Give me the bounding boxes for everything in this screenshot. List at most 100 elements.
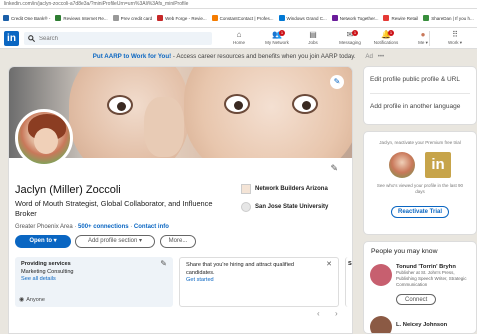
notification-badge: 1 (388, 30, 394, 36)
premium-text: See who's viewed your profile in the las… (376, 183, 464, 194)
hiring-title: Share that you're hiring and attract qua… (186, 262, 295, 276)
edit-cover-icon[interactable]: ✎ (330, 75, 344, 89)
bookmark-label: Network Together... (339, 15, 379, 21)
contact-info-link[interactable]: Contact info (134, 224, 169, 230)
org-current[interactable]: Network Builders Arizona (241, 184, 328, 194)
profile-name: Jaclyn (Miller) Zoccoli (15, 184, 121, 196)
nav-divider (429, 31, 430, 46)
ad-link[interactable]: Put AARP to Work for You! (93, 53, 171, 60)
bookmark-label: Prev credit card (120, 15, 153, 21)
org-education-label: San Jose State University (255, 204, 329, 210)
premium-heading: Jaclyn, reactivate your Premium free tri… (379, 140, 461, 145)
cover-face-right (184, 67, 352, 158)
bookmark-label: ShareDan | If you h... (431, 15, 474, 21)
add-language-profile-link[interactable]: Add profile in another language (364, 94, 476, 120)
search-icon (28, 35, 35, 42)
carousel-prev-icon[interactable]: ‹ (317, 309, 320, 318)
reactivate-trial-button[interactable]: Reactivate Trial (390, 206, 450, 218)
profile-headline: Word of Mouth Strategist, Global Collabo… (15, 199, 213, 218)
providing-detail: Marketing Consulting (21, 268, 74, 275)
bookmark-item[interactable]: Credit One Bank® - (3, 15, 50, 21)
nav-avatar[interactable]: ● Me ▾ (408, 30, 438, 48)
cover-hand (144, 97, 184, 157)
pymk-card: People you may know Tonund 'Torrin' Bryh… (363, 241, 477, 334)
nav-grid[interactable]: ⠿ Work ▾ (440, 30, 470, 48)
nav-label: Home (232, 40, 245, 45)
ad-label: Ad (365, 53, 373, 60)
notification-badge: 1 (352, 30, 358, 36)
profile-photo[interactable] (15, 109, 73, 167)
pymk-title: People you may know (371, 248, 438, 255)
address-bar[interactable]: linkedin.com/in/jaclyn-zoccoli-a7d8e3a/?… (0, 0, 477, 9)
person-item[interactable]: Tonund 'Torrin' Bryhn Publisher at St. J… (370, 264, 474, 288)
bookmark-item[interactable]: Web Forge - Revie... (157, 15, 207, 21)
close-icon[interactable]: ✕ (326, 261, 332, 269)
bookmark-item[interactable]: Network Together... (331, 15, 379, 21)
edit-public-profile-link[interactable]: Edit profile public profile & URL (364, 67, 476, 93)
bookmark-item[interactable]: Reviews Internet Re... (55, 15, 108, 21)
nav-label: Me ▾ (418, 40, 428, 45)
eye-icon: ◉ (19, 297, 25, 303)
profile-settings-card: Edit profile public profile & URL Add pr… (363, 66, 477, 125)
jobs-icon: ▤ (309, 30, 317, 39)
carousel-next-icon[interactable]: › (335, 309, 338, 318)
bookmark-label: Web Forge - Revie... (165, 15, 207, 21)
bookmark-favicon-icon (3, 15, 9, 21)
bookmark-item[interactable]: ConstantContact | Profes... (211, 15, 274, 21)
search-box[interactable] (24, 32, 212, 45)
nav-label: My Network (265, 40, 289, 45)
person-avatar (370, 316, 392, 333)
profile-location: Greater Phoenix Area (15, 224, 73, 230)
bookmark-favicon-icon (383, 15, 390, 21)
search-input[interactable] (39, 35, 199, 42)
more-button[interactable]: More... (160, 235, 196, 248)
person-desc: Publisher at St. John's Press, Publishin… (396, 270, 467, 287)
linkedin-logo[interactable]: in (4, 31, 19, 46)
person-avatar (370, 264, 392, 286)
hiring-card[interactable]: Share that you're hiring and attract qua… (179, 257, 339, 307)
visibility: ◉ Anyone (19, 296, 45, 304)
third-card[interactable]: S (345, 257, 352, 307)
org-logo-icon (241, 184, 251, 194)
nav-label: Work ▾ (448, 40, 462, 45)
top-nav: in ⌂Home 👥1My Network ▤Jobs ✉1Messaging 🔔1No… (0, 28, 477, 49)
grid-icon: ⠿ (452, 30, 458, 39)
nav-label: Messaging (339, 40, 361, 45)
org-current-label: Network Builders Arizona (255, 186, 328, 192)
bookmark-label: ConstantContact | Profes... (219, 15, 274, 21)
org-education[interactable]: San Jose State University (241, 202, 328, 212)
see-all-details-link[interactable]: See all details (21, 276, 167, 284)
get-started-link[interactable]: Get started (186, 277, 332, 285)
bookmark-favicon-icon (55, 15, 62, 21)
providing-title: Providing services (21, 261, 71, 267)
nav-network[interactable]: 👥 1 My Network (262, 30, 292, 48)
messaging-icon: ✉ 1 (346, 30, 358, 39)
bookmark-favicon-icon (331, 15, 338, 21)
nav-jobs[interactable]: ▤ Jobs (298, 30, 328, 48)
nav-messaging[interactable]: ✉ 1 Messaging (335, 30, 365, 48)
profile-card: ✎ ✎ Jaclyn (Miller) Zoccoli Word of Mout… (8, 66, 353, 334)
ad-more-icon[interactable]: ••• (378, 53, 385, 60)
bookmark-label: Credit One Bank® - (11, 15, 51, 21)
nav-home[interactable]: ⌂ Home (224, 30, 254, 48)
cover-eye (107, 95, 133, 115)
edit-services-icon[interactable]: ✎ (160, 260, 167, 268)
nav-label: Notifications (373, 40, 399, 45)
bookmarks-bar: Credit One Bank® - Reviews Internet Re...… (0, 9, 477, 28)
edit-intro-icon[interactable]: ✎ (330, 163, 338, 174)
connections-link[interactable]: 500+ connections (78, 224, 129, 230)
ad-text: - Access career resources and benefits w… (171, 53, 356, 60)
third-card-title: S (348, 261, 352, 267)
cover-eye (224, 94, 250, 114)
open-to-button[interactable]: Open to ▾ (15, 235, 71, 248)
bookmark-item[interactable]: Windows Grand C... (278, 15, 327, 21)
bookmark-item[interactable]: Rewire Retail (383, 15, 418, 21)
bookmark-item[interactable]: Prev credit card (112, 15, 153, 21)
nav-bell[interactable]: 🔔 1 Notifications (371, 30, 401, 48)
add-profile-section-button[interactable]: Add profile section ▾ (75, 235, 155, 248)
person-name: L. Neicey Johnson (396, 322, 448, 328)
connect-button[interactable]: Connect (396, 294, 437, 305)
person-item[interactable]: L. Neicey Johnson (370, 316, 474, 333)
bookmark-favicon-icon (278, 15, 285, 21)
bookmark-item[interactable]: ShareDan | If you h... (423, 15, 474, 21)
